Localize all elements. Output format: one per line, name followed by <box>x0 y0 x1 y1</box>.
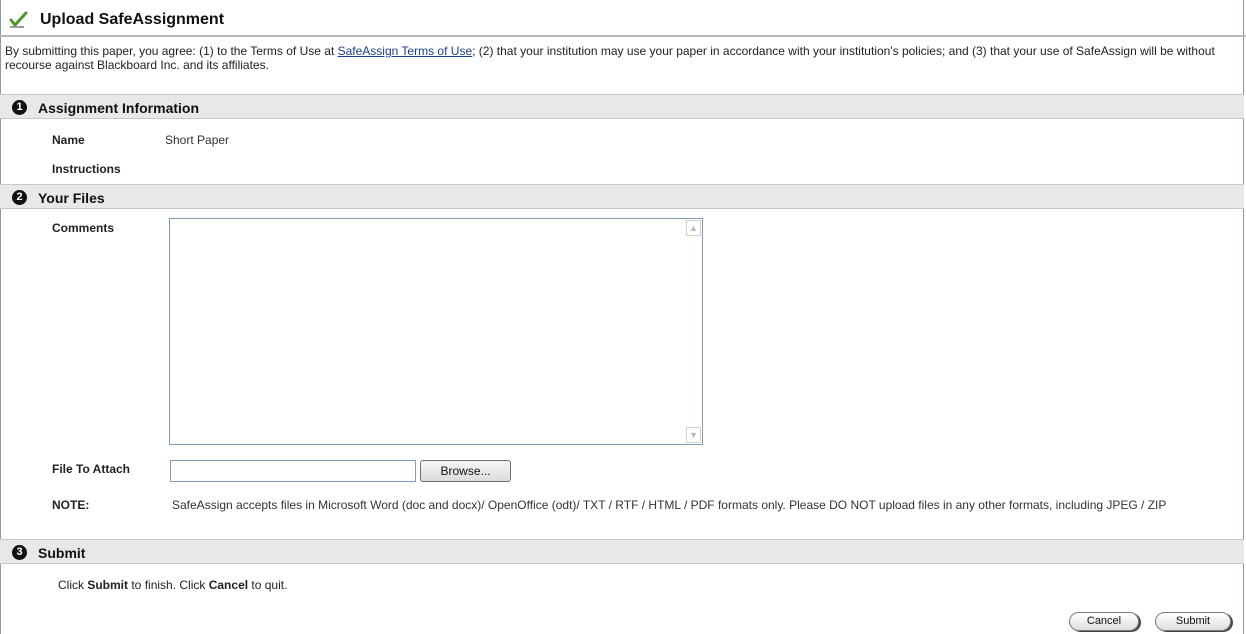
note-label: NOTE: <box>52 498 90 512</box>
cancel-button[interactable]: Cancel <box>1069 612 1139 631</box>
file-format-note: SafeAssign accepts files in Microsoft Wo… <box>172 498 1167 512</box>
section-assignment-information: 1 Assignment Information <box>0 94 1244 119</box>
page-title: Upload SafeAssignment <box>40 11 225 28</box>
agreement-text-start: By submitting this paper, you agree: (1)… <box>5 44 338 58</box>
section-title: Your Files <box>38 190 105 206</box>
page-header: Upload SafeAssignment <box>0 0 1246 37</box>
comments-scrollbar[interactable]: ▲ ▼ <box>685 219 702 444</box>
scroll-down-icon[interactable]: ▼ <box>686 427 701 443</box>
instructions-fragment: to finish. Click <box>128 578 209 592</box>
check-mark-icon <box>9 11 29 29</box>
instructions-fragment: to quit. <box>248 578 288 592</box>
scroll-up-icon[interactable]: ▲ <box>686 220 701 236</box>
instructions-fragment: Click <box>58 578 88 592</box>
submit-instructions: Click Submit to finish. Click Cancel to … <box>58 578 287 592</box>
file-to-attach-label: File To Attach <box>52 462 130 476</box>
assignment-name-value: Short Paper <box>165 133 230 147</box>
instructions-cancel-word: Cancel <box>208 578 249 592</box>
file-path-input[interactable] <box>170 460 416 482</box>
name-label: Name <box>52 133 85 147</box>
step-number-badge: 3 <box>12 545 27 560</box>
step-number-badge: 2 <box>12 190 27 205</box>
comments-textarea[interactable]: ▲ ▼ <box>169 218 703 445</box>
step-number-badge: 1 <box>12 100 27 115</box>
section-submit: 3 Submit <box>0 539 1244 564</box>
section-your-files: 2 Your Files <box>0 184 1244 209</box>
agreement-text: By submitting this paper, you agree: (1)… <box>5 44 1237 72</box>
instructions-submit-word: Submit <box>87 578 129 592</box>
title-divider <box>0 35 1246 37</box>
terms-of-use-link[interactable]: SafeAssign Terms of Use <box>338 44 473 58</box>
browse-button[interactable]: Browse... <box>420 460 511 482</box>
section-title: Submit <box>38 545 86 561</box>
comments-label: Comments <box>52 221 115 235</box>
section-title: Assignment Information <box>38 100 200 116</box>
submit-button[interactable]: Submit <box>1155 612 1231 631</box>
instructions-label: Instructions <box>52 162 121 176</box>
